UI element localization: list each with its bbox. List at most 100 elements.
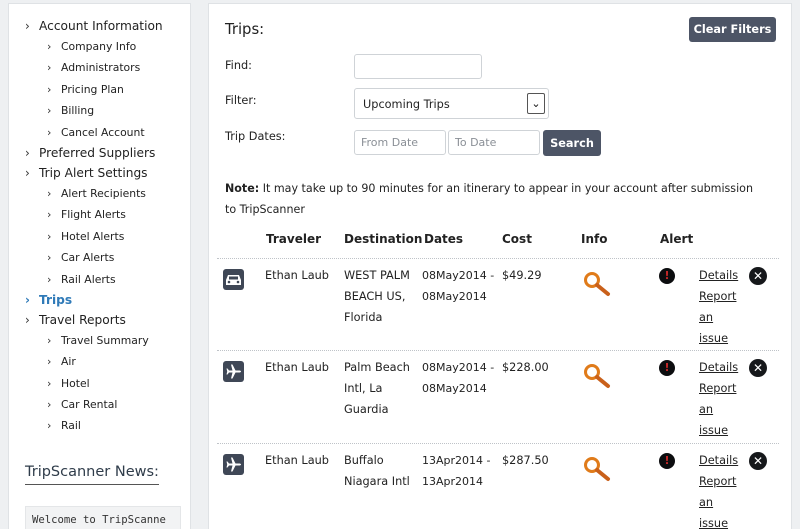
sidebar-item-label: Travel Summary [61, 333, 149, 347]
find-input[interactable] [354, 54, 482, 79]
details-link[interactable]: Details [699, 265, 741, 286]
sidebar-item-label: Billing [61, 104, 95, 118]
column-header-traveler: Traveler [266, 232, 322, 246]
alert-icon [659, 453, 675, 469]
chevron-right-icon: › [47, 251, 52, 265]
sidebar-item-rail[interactable]: › Rail [25, 415, 81, 436]
from-date-input[interactable] [354, 130, 446, 155]
chevron-right-icon: › [47, 40, 52, 53]
sidebar-item-travel-reports[interactable]: › Travel Reports [25, 310, 126, 330]
alert-icon [659, 268, 675, 284]
chevron-right-icon: › [25, 165, 30, 180]
chevron-right-icon: › [47, 82, 52, 96]
alert-icon [659, 360, 675, 376]
sidebar-item-label: Car Rental [61, 398, 118, 412]
sidebar-item-label: Alert Recipients [61, 186, 146, 200]
cost-cell: $49.29 [502, 269, 542, 282]
chevron-right-icon: › [47, 61, 52, 75]
report-issue-link[interactable]: Report an issue [699, 286, 741, 349]
chevron-down-icon[interactable]: ⌄ [527, 93, 545, 114]
filter-select[interactable]: Upcoming Trips ⌄ [354, 88, 549, 119]
sidebar-nav: › Account Information › Company Info › Admini… [25, 16, 163, 437]
sidebar-item-air[interactable]: › Air [25, 351, 76, 372]
column-header-alert: Alert [660, 232, 694, 246]
magnifier-icon[interactable] [583, 271, 613, 297]
magnifier-icon[interactable] [583, 456, 613, 482]
page-title: Trips: [225, 21, 265, 38]
trip-dates-label: Trip Dates: [225, 130, 286, 143]
airplane-icon [223, 454, 244, 475]
sidebar-item-travel-summary[interactable]: › Travel Summary [25, 330, 149, 351]
sidebar-item-car-alerts[interactable]: › Car Alerts [25, 247, 114, 268]
chevron-right-icon: › [25, 292, 30, 307]
destination-cell: Palm Beach Intl, La Guardia [344, 361, 410, 416]
note: Note: It may take up to 90 minutes for a… [225, 178, 765, 220]
column-header-cost: Cost [502, 232, 532, 246]
sidebar-item-label: Rail [61, 419, 81, 433]
chevron-right-icon: › [47, 376, 52, 390]
note-label: Note: [225, 182, 260, 195]
search-button[interactable]: Search [543, 130, 601, 156]
chevron-right-icon: › [47, 333, 52, 347]
dates-cell: 08May2014 - 08May2014 [422, 361, 495, 395]
sidebar-item-hotel[interactable]: › Hotel [25, 373, 90, 394]
filter-selected-value: Upcoming Trips [363, 98, 450, 111]
table-row: Ethan Laub Buffalo Niagara Intl 13Apr2014 … [217, 444, 779, 529]
magnifier-icon[interactable] [583, 363, 613, 389]
row-links: Details Report an issue [699, 265, 741, 349]
main-panel: Trips: Clear Filters Find: Filter: Upcom… [208, 3, 792, 529]
chevron-right-icon: › [47, 125, 52, 139]
filter-label: Filter: [225, 94, 257, 107]
sidebar-item-trips[interactable]: › Trips [25, 290, 72, 310]
cost-cell: $287.50 [502, 454, 549, 467]
sidebar-item-label: Account Information [39, 19, 163, 33]
sidebar-item-flight-alerts[interactable]: › Flight Alerts [25, 204, 126, 225]
sidebar-item-car-rental[interactable]: › Car Rental [25, 394, 117, 415]
sidebar-item-trip-alert-settings[interactable]: › Trip Alert Settings [25, 163, 148, 183]
sidebar-item-hotel-alerts[interactable]: › Hotel Alerts [25, 226, 124, 247]
close-icon[interactable]: ✕ [749, 452, 767, 470]
sidebar-item-label: Company Info [61, 40, 137, 53]
sidebar-item-alert-recipients[interactable]: › Alert Recipients [25, 183, 146, 204]
chevron-right-icon: › [47, 419, 52, 433]
find-label: Find: [225, 59, 252, 72]
sidebar-item-billing[interactable]: › Billing [25, 100, 94, 121]
sidebar-item-pricing-plan[interactable]: › Pricing Plan [25, 79, 124, 100]
destination-cell: Buffalo Niagara Intl [344, 454, 410, 488]
chevron-right-icon: › [47, 398, 52, 412]
sidebar-item-label: Rail Alerts [61, 272, 116, 286]
to-date-input[interactable] [448, 130, 540, 155]
chevron-right-icon: › [47, 104, 52, 118]
row-links: Details Report an issue [699, 450, 741, 529]
traveler-cell: Ethan Laub [265, 269, 329, 282]
chevron-right-icon: › [25, 19, 30, 33]
sidebar-item-account-information[interactable]: › Account Information [25, 16, 163, 36]
sidebar-item-label: Cancel Account [61, 125, 145, 139]
sidebar-item-label: Preferred Suppliers [39, 145, 156, 160]
table-row: Ethan Laub Palm Beach Intl, La Guardia 08M… [217, 351, 779, 441]
traveler-cell: Ethan Laub [265, 454, 329, 467]
sidebar-item-administrators[interactable]: › Administrators [25, 57, 140, 78]
report-issue-link[interactable]: Report an issue [699, 471, 741, 529]
chevron-right-icon: › [47, 272, 52, 286]
sidebar-item-rail-alerts[interactable]: › Rail Alerts [25, 269, 116, 290]
sidebar-item-preferred-suppliers[interactable]: › Preferred Suppliers [25, 143, 155, 163]
sidebar-item-label: Flight Alerts [61, 208, 126, 222]
details-link[interactable]: Details [699, 357, 741, 378]
sidebar-item-company-info[interactable]: › Company Info [25, 36, 136, 57]
sidebar-item-label: Hotel [61, 376, 90, 390]
car-icon [223, 269, 244, 290]
destination-cell: WEST PALM BEACH US, Florida [344, 269, 410, 324]
sidebar: › Account Information › Company Info › Admini… [8, 3, 191, 529]
close-icon[interactable]: ✕ [749, 267, 767, 285]
close-icon[interactable]: ✕ [749, 359, 767, 377]
sidebar-item-label: Car Alerts [61, 251, 115, 265]
clear-filters-button[interactable]: Clear Filters [689, 17, 776, 42]
report-issue-link[interactable]: Report an issue [699, 378, 741, 441]
details-link[interactable]: Details [699, 450, 741, 471]
sidebar-item-cancel-account[interactable]: › Cancel Account [25, 122, 145, 143]
sidebar-item-label: Trip Alert Settings [39, 165, 148, 180]
sidebar-item-label: Hotel Alerts [61, 229, 125, 243]
chevron-right-icon: › [25, 145, 30, 160]
sidebar-item-label: Travel Reports [39, 312, 126, 327]
